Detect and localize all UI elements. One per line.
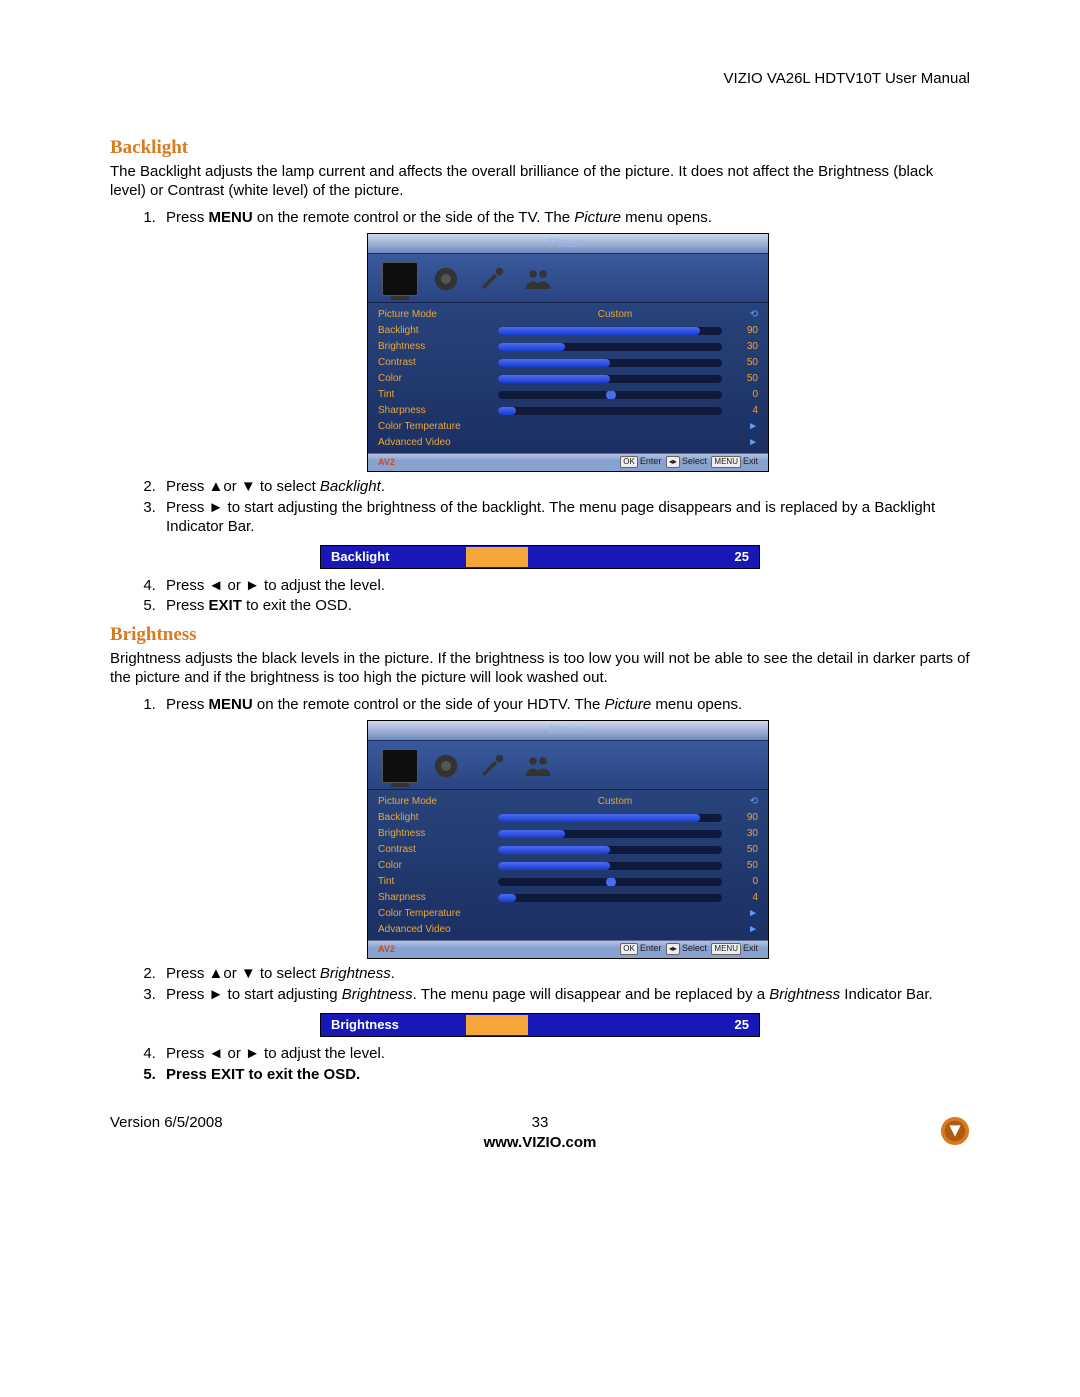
brightness-step-5: Press EXIT to exit the OSD. [160, 1066, 970, 1085]
brightness-steps: Press MENU on the remote control or the … [140, 696, 970, 1005]
chevron-right-icon: ► [732, 437, 758, 450]
tools-icon [474, 264, 510, 294]
osd-tab-icons [368, 741, 768, 790]
osd-row-backlight: Backlight 90 [378, 323, 758, 339]
tools-icon [474, 751, 510, 781]
section-heading-backlight: Backlight [110, 137, 970, 159]
brightness-steps-cont: Press ◄ or ► to adjust the level. Press … [140, 1045, 970, 1085]
backlight-description: The Backlight adjusts the lamp current a… [110, 163, 970, 201]
brightness-step-2: Press ▲or ▼ to select Brightness. [160, 965, 970, 984]
speaker-icon [428, 751, 464, 781]
people-icon [520, 264, 556, 294]
vizio-logo-icon [940, 1116, 970, 1146]
brightness-step-3: Press ► to start adjusting Brightness. T… [160, 986, 970, 1005]
osd-footer: AV2 OKEnter ◂▸Select MENUExit [368, 453, 768, 471]
tv-icon [382, 751, 418, 781]
manual-page: VIZIO VA26L HDTV10T User Manual Backligh… [0, 0, 1080, 1204]
backlight-step-4: Press ◄ or ► to adjust the level. [160, 577, 970, 596]
brightness-step-4: Press ◄ or ► to adjust the level. [160, 1045, 970, 1064]
arrow-icon: ⟲ [732, 309, 758, 322]
osd-row-picture-mode: Picture Mode Custom ⟲ [378, 307, 758, 323]
people-icon [520, 751, 556, 781]
speaker-icon [428, 264, 464, 294]
osd-row-contrast: Contrast 50 [378, 355, 758, 371]
backlight-steps-cont: Press ◄ or ► to adjust the level. Press … [140, 577, 970, 617]
section-heading-brightness: Brightness [110, 624, 970, 646]
osd-row-sharpness: Sharpness 4 [378, 403, 758, 419]
osd-picture-menu: Picture [166, 233, 970, 472]
osd-title: Picture [368, 234, 768, 254]
osd-row-color-temp: Color Temperature ► [378, 419, 758, 435]
osd-row-tint: Tint 0 [378, 387, 758, 403]
backlight-step-3: Press ► to start adjusting the brightnes… [160, 499, 970, 537]
backlight-step-2: Press ▲or ▼ to select Backlight. [160, 478, 970, 497]
chevron-right-icon: ► [732, 421, 758, 434]
osd-picture-menu: Picture [166, 720, 970, 959]
brightness-indicator-bar: Brightness 25 [110, 1013, 970, 1037]
backlight-steps: Press MENU on the remote control or the … [140, 209, 970, 537]
footer-page-number: 33 [532, 1114, 549, 1131]
header-manual-name: VIZIO VA26L HDTV10T User Manual [110, 70, 970, 87]
backlight-step-1: Press MENU on the remote control or the … [160, 209, 970, 473]
tv-icon [382, 264, 418, 294]
osd-row-advanced-video: Advanced Video ► [378, 435, 758, 451]
brightness-step-1: Press MENU on the remote control or the … [160, 696, 970, 960]
osd-title: Picture [368, 721, 768, 741]
brightness-description: Brightness adjusts the black levels in t… [110, 650, 970, 688]
backlight-step-5: Press EXIT to exit the OSD. [160, 597, 970, 616]
page-footer: Version 6/5/2008 33 www.VIZIO.com [110, 1114, 970, 1164]
backlight-indicator-bar: Backlight 25 [110, 545, 970, 569]
osd-row-color: Color 50 [378, 371, 758, 387]
osd-tab-icons [368, 254, 768, 303]
footer-url: www.VIZIO.com [484, 1134, 597, 1151]
footer-version: Version 6/5/2008 [110, 1114, 223, 1131]
osd-row-brightness: Brightness 30 [378, 339, 758, 355]
